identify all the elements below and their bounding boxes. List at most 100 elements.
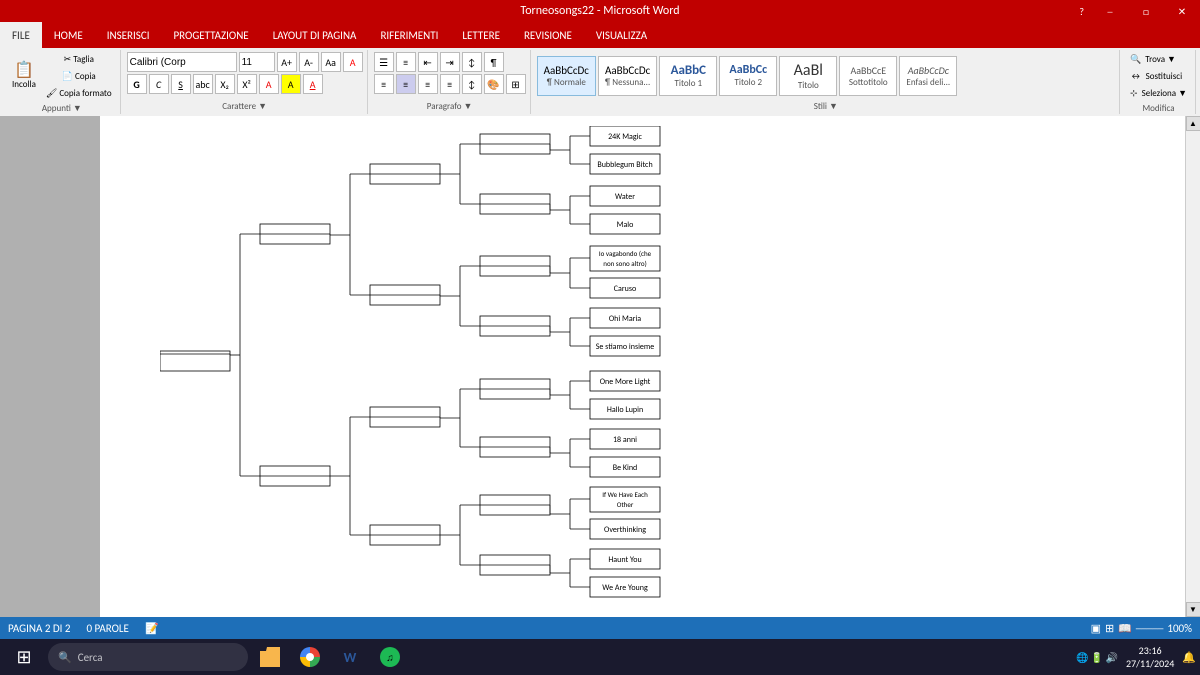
trova-button[interactable]: 🔍Trova ▼ [1126, 52, 1180, 67]
copia-formato-button[interactable]: 🖌 Copia formato [42, 86, 116, 101]
minimize-button[interactable]: ─ [1092, 0, 1128, 22]
chrome-icon [300, 647, 320, 667]
spotify-app[interactable]: ♫ [372, 641, 408, 673]
svg-text:Other: Other [617, 500, 634, 509]
style-titolo[interactable]: AaBl Titolo [779, 56, 837, 96]
font-name-input[interactable] [127, 52, 237, 72]
style-titolo1[interactable]: AaBbC Titolo 1 [659, 56, 717, 96]
svg-text:24K Magic: 24K Magic [608, 132, 642, 142]
svg-text:non sono altro): non sono altro) [603, 259, 646, 268]
align-left-button[interactable]: ≡ [374, 74, 394, 94]
help-button[interactable]: ? [1071, 5, 1092, 18]
justify-button[interactable]: ≡ [440, 74, 460, 94]
font-shrink-button[interactable]: A- [299, 52, 319, 72]
tab-visualizza[interactable]: VISUALIZZA [584, 22, 659, 48]
list-bullet-button[interactable]: ☰ [374, 52, 394, 72]
tab-inserisci[interactable]: INSERISCI [95, 22, 162, 48]
taglia-button[interactable]: ✂ Taglia [42, 52, 116, 67]
close-button[interactable]: ✕ [1164, 0, 1200, 22]
page-content[interactable]: 24K Magic Bubblegum Bitch Water Malo Io … [100, 116, 1185, 617]
svg-text:Haunt You: Haunt You [608, 555, 641, 565]
tab-riferimenti[interactable]: RIFERIMENTI [368, 22, 450, 48]
font-color-button[interactable]: A [259, 74, 279, 94]
tab-lettere[interactable]: LETTERE [450, 22, 512, 48]
group-stili: AaBbCcDc ¶ Normale AaBbCcDc ¶ Nessuna...… [533, 50, 1120, 114]
style-nessuna[interactable]: AaBbCcDc ¶ Nessuna... [598, 56, 657, 96]
list-number-button[interactable]: ≡ [396, 52, 416, 72]
start-button[interactable]: ⊞ [4, 641, 44, 673]
group-appunti: 📋 Incolla ✂ Taglia 📄 Copia 🖌 Copia forma… [4, 50, 121, 114]
font-case-button[interactable]: Aa [321, 52, 341, 72]
font-size-input[interactable] [239, 52, 275, 72]
zoom-slider[interactable]: ───── 100% [1136, 622, 1192, 635]
svg-text:We Are Young: We Are Young [602, 583, 648, 593]
group-modifica: 🔍Trova ▼ ↔Sostituisci ⊹Seleziona ▼ Modif… [1122, 50, 1196, 114]
tab-progettazione[interactable]: PROGETTAZIONE [161, 22, 260, 48]
style-titolo2[interactable]: AaBbCc Titolo 2 [719, 56, 777, 96]
svg-text:Se stiamo insieme: Se stiamo insieme [596, 342, 655, 352]
sort-button[interactable]: ↕ [462, 52, 482, 72]
sostituisci-button[interactable]: ↔Sostituisci [1126, 69, 1186, 84]
view-read-button[interactable]: 📖 [1118, 622, 1132, 635]
tab-revisione[interactable]: REVISIONE [512, 22, 584, 48]
system-tray-icons: 🌐 🔋 🔊 [1076, 651, 1118, 664]
seleziona-button[interactable]: ⊹Seleziona ▼ [1126, 86, 1191, 101]
taskbar-clock[interactable]: 23:16 27/11/2024 [1122, 644, 1178, 670]
tab-home[interactable]: HOME [42, 22, 95, 48]
file-explorer-app[interactable] [252, 641, 288, 673]
proofing-icon[interactable]: 📝 [145, 622, 159, 635]
maximize-button[interactable]: □ [1128, 0, 1164, 22]
bracket-svg: 24K Magic Bubblegum Bitch Water Malo Io … [160, 126, 880, 606]
indent-increase-button[interactable]: ⇥ [440, 52, 460, 72]
borders-button[interactable]: ⊞ [506, 74, 526, 94]
scroll-up-button[interactable]: ▲ [1186, 116, 1200, 131]
page-indicator: PAGINA 2 DI 2 [8, 622, 70, 635]
shading-button[interactable]: 🎨 [484, 74, 504, 94]
word-app[interactable]: W [332, 641, 368, 673]
highlight-button[interactable]: A [281, 74, 301, 94]
chrome-app[interactable] [292, 641, 328, 673]
scroll-down-button[interactable]: ▼ [1186, 602, 1200, 617]
view-web-button[interactable]: ⊞ [1105, 622, 1114, 635]
search-placeholder: Cerca [78, 651, 103, 664]
svg-text:Bubblegum Bitch: Bubblegum Bitch [597, 160, 652, 170]
taskbar-search[interactable]: 🔍 Cerca [48, 643, 248, 671]
notification-button[interactable]: 🔔 [1182, 651, 1196, 664]
view-print-button[interactable]: ▣ [1091, 622, 1101, 635]
align-center-button[interactable]: ≡ [396, 74, 416, 94]
superscript-button[interactable]: X² [237, 74, 257, 94]
underline-button[interactable]: S [171, 74, 191, 94]
line-spacing-button[interactable]: ↕ [462, 74, 482, 94]
italic-button[interactable]: C [149, 74, 169, 94]
group-carattere: A+ A- Aa A G C S abc X₂ X² A A A Caratte… [123, 50, 368, 114]
taskbar-right: 🌐 🔋 🔊 23:16 27/11/2024 🔔 [1076, 644, 1196, 670]
clear-format-button[interactable]: A [343, 52, 363, 72]
svg-text:18 anni: 18 anni [613, 435, 637, 445]
left-margin [0, 116, 100, 617]
scroll-track[interactable] [1186, 131, 1200, 602]
word-icon: W [344, 649, 357, 666]
style-normale[interactable]: AaBbCcDc ¶ Normale [537, 56, 596, 96]
indent-decrease-button[interactable]: ⇤ [418, 52, 438, 72]
tab-file[interactable]: FILE [0, 22, 42, 48]
strikethrough-button[interactable]: abc [193, 74, 213, 94]
bold-button[interactable]: G [127, 74, 147, 94]
subscript-button[interactable]: X₂ [215, 74, 235, 94]
text-color-button[interactable]: A [303, 74, 323, 94]
paragraph-mark-button[interactable]: ¶ [484, 52, 504, 72]
align-right-button[interactable]: ≡ [418, 74, 438, 94]
svg-text:Ohi Maria: Ohi Maria [609, 314, 641, 324]
spotify-icon: ♫ [380, 647, 400, 667]
svg-text:Water: Water [615, 192, 635, 202]
copia-button[interactable]: 📄 Copia [42, 69, 116, 84]
title-bar: Torneosongs22 - Microsoft Word ? ─ □ ✕ [0, 0, 1200, 22]
zoom-percent: 100% [1167, 622, 1192, 635]
font-grow-button[interactable]: A+ [277, 52, 297, 72]
right-scrollbar[interactable]: ▲ ▼ [1185, 116, 1200, 617]
tab-layout[interactable]: LAYOUT DI PAGINA [261, 22, 369, 48]
title-text: Torneosongs22 - Microsoft Word [520, 4, 679, 18]
document-area: 24K Magic Bubblegum Bitch Water Malo Io … [0, 116, 1200, 617]
style-enfasi[interactable]: AaBbCcDc Enfasi deli... [899, 56, 957, 96]
style-sottotitolo[interactable]: AaBbCcE Sottotitolo [839, 56, 897, 96]
incolla-button[interactable]: 📋 Incolla [8, 61, 40, 92]
